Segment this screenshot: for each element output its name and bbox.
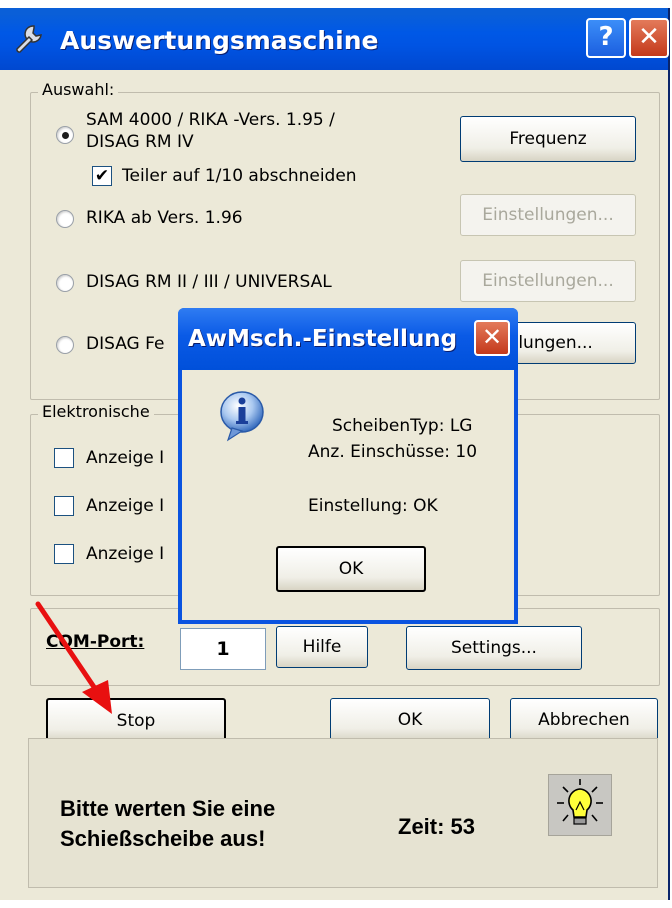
anzeige-checkbox-3[interactable] (54, 544, 74, 564)
window-title: Auswertungsmaschine (60, 26, 379, 55)
hilfe-button[interactable]: Hilfe (276, 626, 368, 668)
teiler-checkbox[interactable]: ✔ (92, 166, 112, 186)
message-dialog: AwMsch.-Einstellung ✕ ScheibenTyp: LG An… (178, 308, 518, 624)
status-message-1: Bitte werten Sie eine (60, 796, 276, 821)
auswahl-label: Auswahl: (38, 80, 119, 99)
dialog-line-3: Einstellung: OK (308, 496, 438, 516)
dialog-close-button[interactable]: ✕ (474, 320, 510, 356)
status-message-2: Schießscheibe aus! (60, 826, 266, 851)
dialog-title: AwMsch.-Einstellung (188, 326, 458, 352)
anzeige-checkbox-2-label: Anzeige I (86, 496, 165, 516)
radio-disag-fe-label: DISAG Fe (86, 334, 165, 354)
radio-disag-rm-label: DISAG RM II / III / UNIVERSAL (86, 272, 332, 292)
help-title-button[interactable]: ? (586, 18, 626, 58)
radio-disag-fe[interactable] (56, 336, 74, 354)
teiler-checkbox-label: Teiler auf 1/10 abschneiden (122, 166, 357, 186)
abbrechen-button[interactable]: Abbrechen (510, 698, 658, 742)
einstellungen-button-1[interactable]: Einstellungen... (460, 194, 636, 236)
radio-sam4000[interactable] (56, 126, 74, 144)
com-port-input[interactable]: 1 (180, 628, 266, 670)
einstellungen-button-2[interactable]: Einstellungen... (460, 260, 636, 302)
arrow-annotation (35, 601, 112, 714)
anzeige-checkbox-1-label: Anzeige I (86, 448, 165, 468)
frequenz-button[interactable]: Frequenz (460, 116, 636, 162)
dialog-line-2: Anz. Einschüsse: 10 (308, 442, 478, 462)
ok-button[interactable]: OK (330, 698, 490, 742)
title-bar[interactable]: Auswertungsmaschine ? ✕ (0, 8, 669, 70)
wrench-icon (12, 22, 46, 60)
elektronische-label: Elektronische (38, 402, 154, 421)
lightbulb-icon (548, 774, 612, 836)
dialog-line-1: ScheibenTyp: LG (332, 416, 473, 436)
dialog-ok-button[interactable]: OK (276, 546, 426, 592)
anzeige-checkbox-1[interactable] (54, 448, 74, 468)
anzeige-checkbox-3-label: Anzeige I (86, 544, 165, 564)
dialog-body: ScheibenTyp: LG Anz. Einschüsse: 10 Eins… (182, 370, 514, 620)
close-title-button[interactable]: ✕ (629, 18, 669, 58)
radio-sam4000-label-1: SAM 4000 / RIKA -Vers. 1.95 / (86, 110, 335, 130)
radio-disag-rm[interactable] (56, 274, 74, 292)
timer-label: Zeit: 53 (398, 814, 476, 839)
info-icon (218, 390, 268, 448)
radio-rika196-label: RIKA ab Vers. 1.96 (86, 208, 243, 228)
radio-rika196[interactable] (56, 210, 74, 228)
dialog-title-bar[interactable]: AwMsch.-Einstellung ✕ (178, 308, 518, 370)
radio-sam4000-label-2: DISAG RM IV (86, 132, 194, 152)
anzeige-checkbox-2[interactable] (54, 496, 74, 516)
settings-button[interactable]: Settings... (406, 626, 582, 670)
